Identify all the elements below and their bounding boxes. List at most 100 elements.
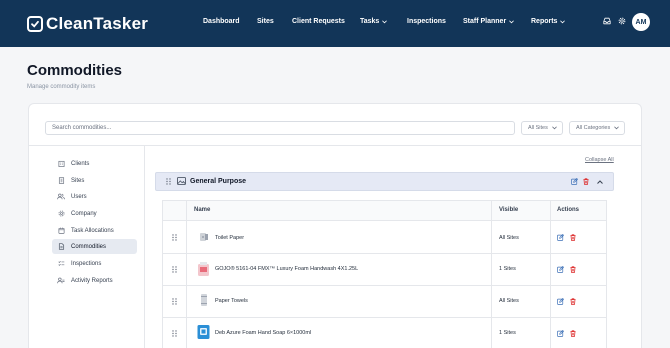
trash-icon[interactable] bbox=[570, 234, 576, 241]
nav-staff-planner[interactable]: Staff Planner bbox=[463, 18, 515, 25]
commodities-table bbox=[162, 200, 607, 348]
sidebar-item-activity-reports[interactable]: Activity Reports bbox=[52, 273, 137, 288]
building-icon bbox=[57, 160, 65, 168]
inbox-icon[interactable] bbox=[603, 17, 611, 25]
nav-dashboard[interactable]: Dashboard bbox=[203, 18, 240, 25]
sidebar-item-label: Activity Reports bbox=[71, 277, 113, 284]
sidebar-item-label: Commodities bbox=[71, 243, 107, 250]
logo-icon bbox=[27, 16, 43, 32]
paper-towels-image bbox=[201, 294, 207, 306]
user-avatar[interactable]: AM bbox=[632, 13, 650, 31]
chevron-down-icon bbox=[382, 19, 388, 23]
column-header-actions: Actions bbox=[557, 207, 580, 213]
sidebar-item-inspections[interactable]: Inspections bbox=[52, 256, 137, 271]
chevron-down-icon bbox=[560, 19, 566, 23]
sites-icon bbox=[57, 177, 65, 185]
categories-filter-select[interactable]: All Categories bbox=[569, 121, 625, 135]
divider bbox=[186, 200, 187, 348]
sidebar-item-sites[interactable]: Sites bbox=[52, 173, 137, 188]
row-name: GOJO® 5161-04 FMX™ Luxury Foam Handwash … bbox=[215, 266, 359, 272]
chevron-up-icon[interactable] bbox=[597, 180, 603, 184]
column-header-visible[interactable]: Visible bbox=[499, 207, 518, 213]
app-logo[interactable]: CleanTasker bbox=[27, 14, 148, 34]
row-visible: 1 Sites bbox=[499, 266, 516, 272]
gear-icon bbox=[57, 210, 65, 218]
drag-handle-icon[interactable] bbox=[172, 266, 177, 273]
row-name: Paper Towels bbox=[215, 298, 248, 304]
search-input[interactable]: Search commodities... bbox=[45, 121, 515, 135]
toilet-paper-image bbox=[200, 233, 208, 241]
sidebar-item-label: Task Allocations bbox=[71, 227, 114, 234]
nav-staff-planner-label: Staff Planner bbox=[463, 18, 507, 25]
chevron-down-icon bbox=[551, 126, 557, 130]
sidebar-item-label: Company bbox=[71, 210, 97, 217]
page-title: Commodities bbox=[27, 62, 123, 79]
drag-handle-icon[interactable] bbox=[172, 330, 177, 337]
nav-inspections[interactable]: Inspections bbox=[407, 18, 446, 25]
divider bbox=[162, 317, 607, 318]
nav-sites[interactable]: Sites bbox=[257, 18, 274, 25]
divider bbox=[550, 200, 551, 348]
page-subtitle: Manage commodity items bbox=[27, 84, 96, 90]
row-name: Deb Azure Foam Hand Soap 6×1000ml bbox=[215, 330, 312, 336]
column-header-name[interactable]: Name bbox=[194, 207, 210, 213]
drag-handle-icon[interactable] bbox=[172, 298, 177, 305]
sidebar-item-clients[interactable]: Clients bbox=[52, 156, 137, 171]
users-icon bbox=[57, 193, 65, 201]
divider bbox=[162, 253, 607, 254]
nav-sites-label: Sites bbox=[257, 18, 274, 25]
row-visible: All Sites bbox=[499, 235, 519, 241]
drag-handle-icon[interactable] bbox=[166, 178, 171, 185]
nav-tasks-label: Tasks bbox=[360, 18, 380, 25]
foam-handwash-image bbox=[198, 262, 209, 276]
group-title: General Purpose bbox=[190, 178, 247, 185]
calendar-icon bbox=[57, 227, 65, 235]
nav-reports-label: Reports bbox=[531, 18, 558, 25]
sidebar-item-users[interactable]: Users bbox=[52, 189, 137, 204]
row-visible: 1 Sites bbox=[499, 330, 516, 336]
nav-inspections-label: Inspections bbox=[407, 18, 446, 25]
nav-client-requests[interactable]: Client Requests bbox=[292, 18, 345, 25]
gear-icon[interactable] bbox=[618, 17, 626, 25]
trash-icon[interactable] bbox=[570, 266, 576, 273]
image-icon bbox=[177, 177, 186, 185]
sidebar-item-label: Clients bbox=[71, 160, 90, 167]
trash-icon[interactable] bbox=[570, 298, 576, 305]
sidebar-item-company[interactable]: Company bbox=[52, 206, 137, 221]
sites-filter-select[interactable]: All Sites bbox=[521, 121, 563, 135]
divider bbox=[162, 285, 607, 286]
nav-dashboard-label: Dashboard bbox=[203, 18, 240, 25]
brand-name: CleanTasker bbox=[46, 14, 149, 33]
chevron-down-icon bbox=[509, 19, 515, 23]
edit-icon[interactable] bbox=[557, 266, 564, 273]
sidebar-item-task-allocations[interactable]: Task Allocations bbox=[52, 223, 137, 238]
trash-icon[interactable] bbox=[570, 330, 576, 337]
row-visible: All Sites bbox=[499, 298, 519, 304]
sites-filter-value: All Sites bbox=[528, 125, 548, 131]
divider bbox=[491, 200, 492, 348]
document-icon bbox=[57, 243, 65, 251]
collapse-all-link[interactable]: Collapse All bbox=[585, 157, 614, 163]
user-report-icon bbox=[57, 277, 65, 285]
sidebar-item-label: Sites bbox=[71, 177, 85, 184]
edit-icon[interactable] bbox=[571, 178, 578, 185]
drag-handle-icon[interactable] bbox=[172, 234, 177, 241]
sidebar-item-commodities[interactable]: Commodities bbox=[52, 239, 137, 254]
checklist-icon bbox=[57, 260, 65, 268]
hand-soap-image bbox=[197, 325, 210, 339]
row-name: Toilet Paper bbox=[215, 235, 245, 241]
chevron-down-icon bbox=[614, 126, 620, 130]
edit-icon[interactable] bbox=[557, 234, 564, 241]
nav-client-requests-label: Client Requests bbox=[292, 18, 345, 25]
table-header-row bbox=[162, 200, 607, 221]
edit-icon[interactable] bbox=[557, 298, 564, 305]
divider bbox=[28, 145, 642, 146]
sidebar-item-label: Users bbox=[71, 193, 87, 200]
sidebar-item-label: Inspections bbox=[71, 260, 102, 267]
categories-filter-value: All Categories bbox=[576, 125, 611, 131]
edit-icon[interactable] bbox=[557, 330, 564, 337]
nav-tasks[interactable]: Tasks bbox=[360, 18, 388, 25]
nav-reports[interactable]: Reports bbox=[531, 18, 566, 25]
trash-icon[interactable] bbox=[583, 178, 589, 185]
divider bbox=[144, 146, 145, 348]
